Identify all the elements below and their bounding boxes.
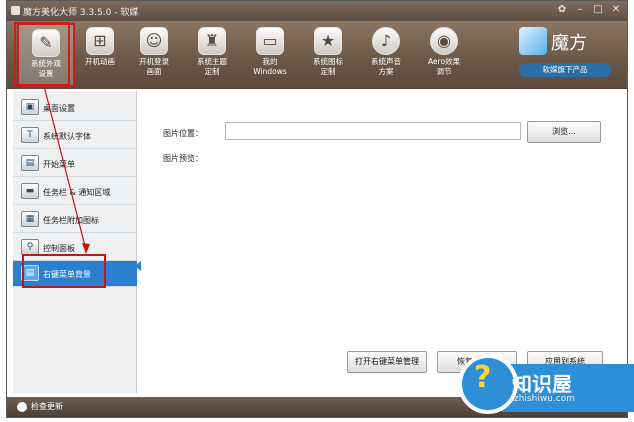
watermark: ? 知识屋 zhishiwu.com: [456, 350, 634, 422]
watermark-title: 知识屋: [512, 372, 572, 396]
arrow-head: [82, 243, 90, 254]
arrow-line: [43, 85, 87, 251]
question-icon: ?: [474, 360, 492, 395]
watermark-url: zhishiwu.com: [514, 394, 575, 404]
